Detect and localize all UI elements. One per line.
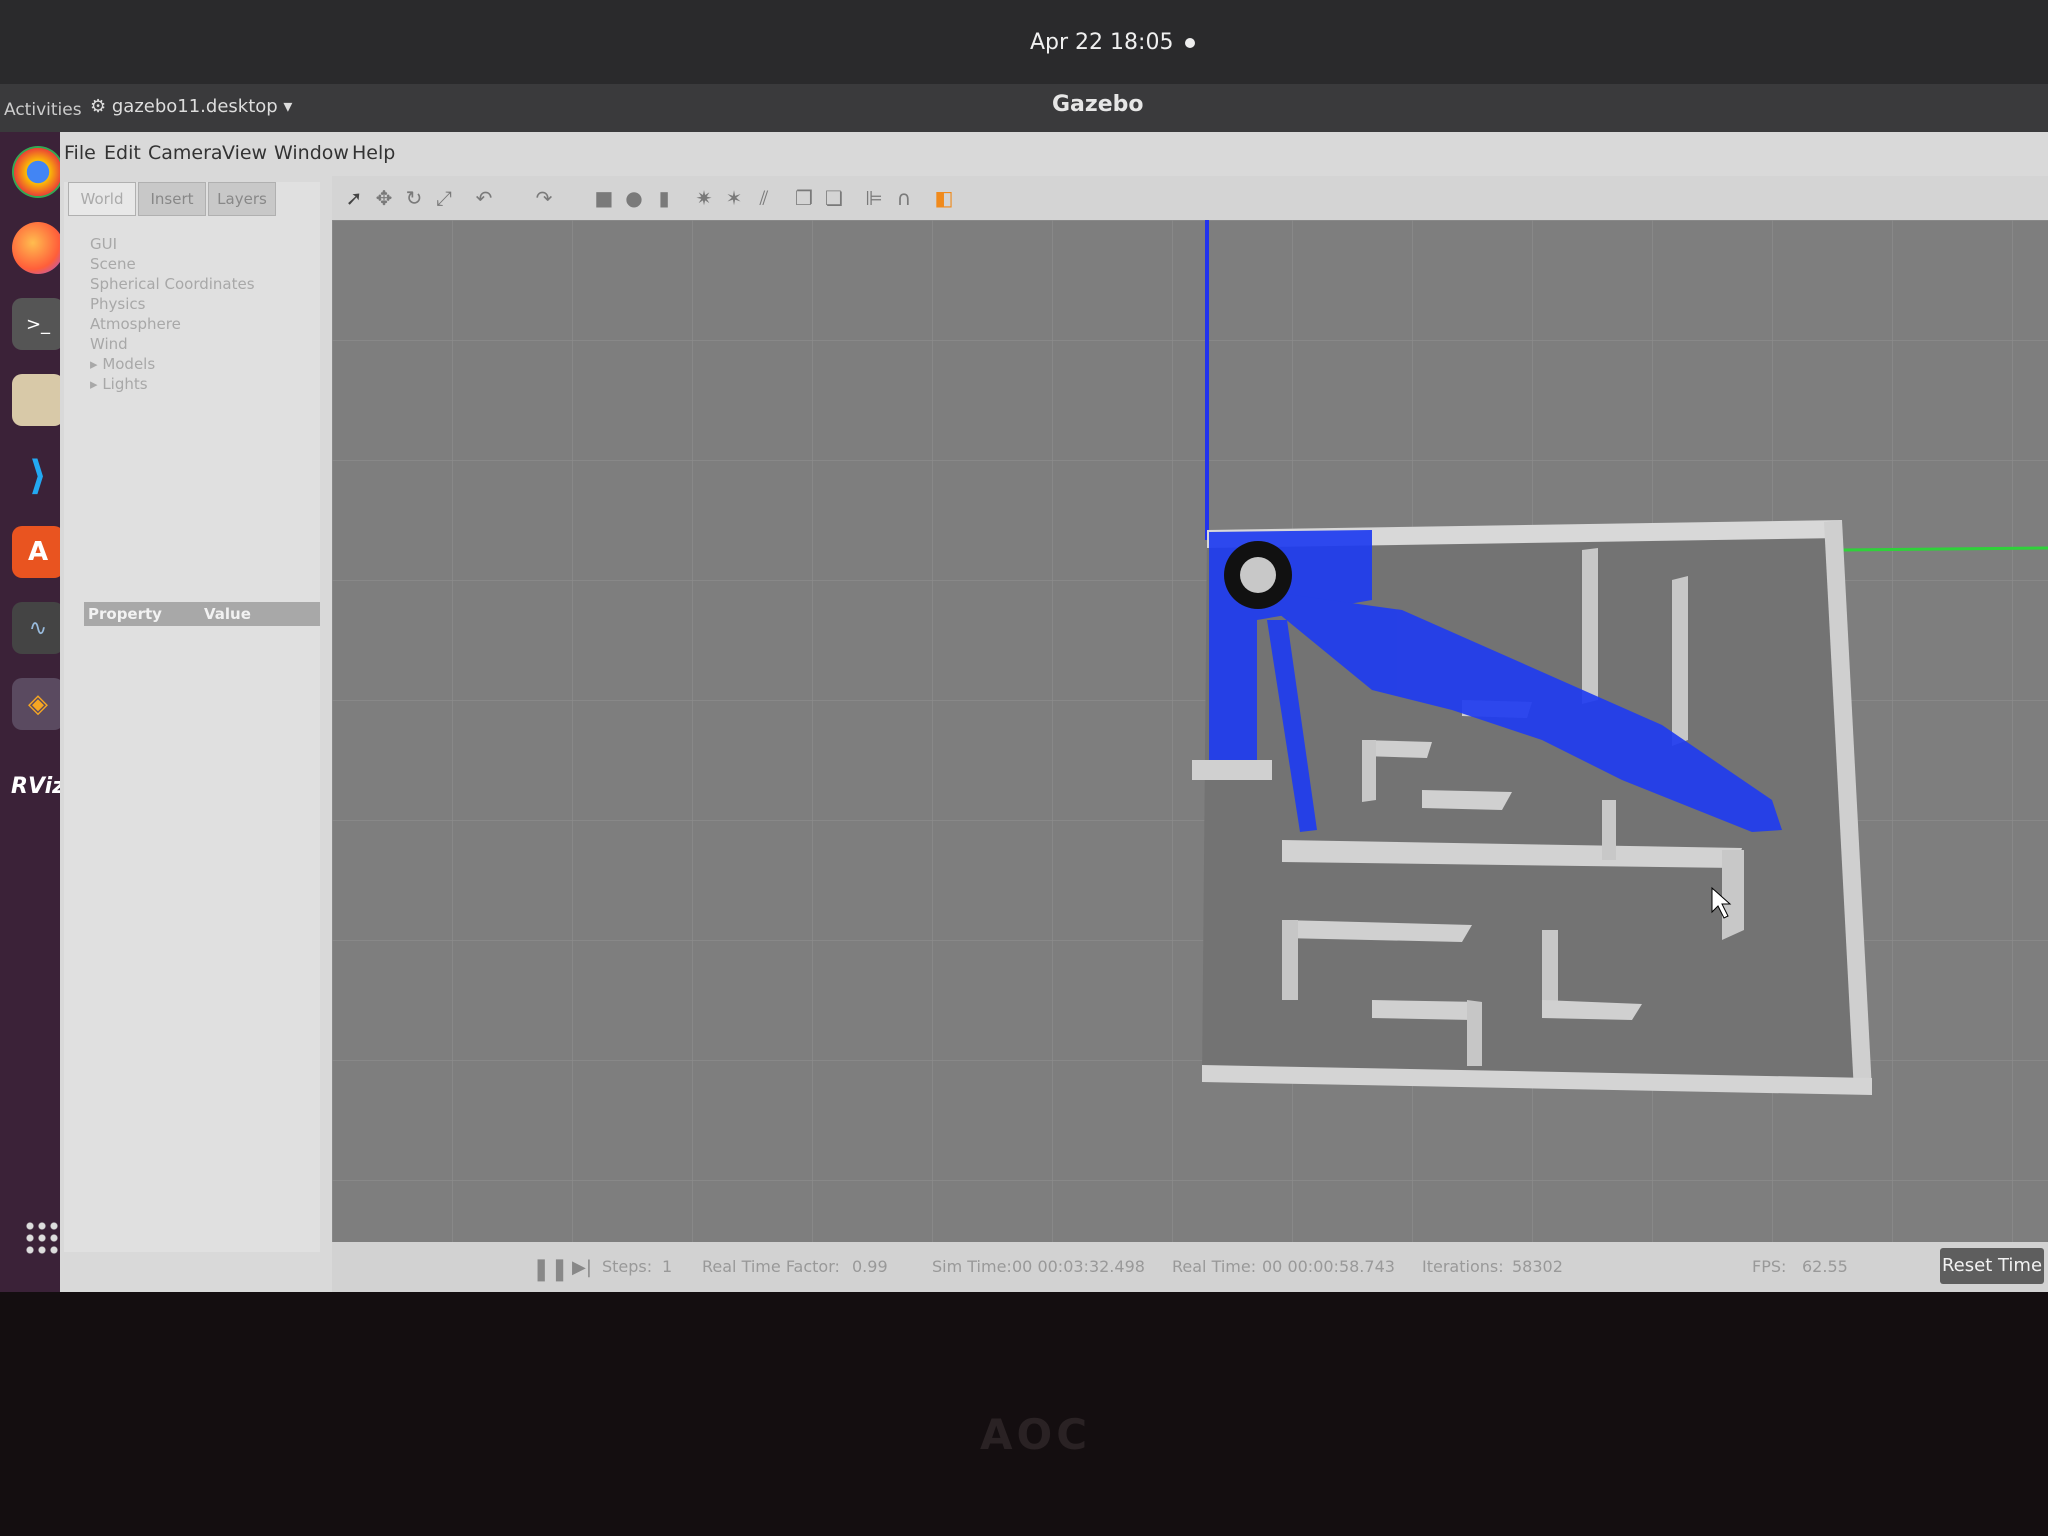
clock[interactable]: Apr 22 18:05 — [1030, 30, 1196, 55]
3d-viewport[interactable] — [332, 220, 2048, 1242]
maze-wall-segment — [1672, 576, 1688, 746]
tree-item-atmosphere[interactable]: Atmosphere — [90, 314, 255, 334]
snap-icon[interactable]: ∩ — [892, 186, 916, 210]
gazebo-window: File Edit Camera View Window Help World … — [60, 132, 2048, 1292]
window-title: Gazebo — [1052, 92, 1144, 117]
maze-wall-segment — [1282, 920, 1298, 1000]
tree-item-models-label: Models — [102, 355, 156, 373]
copy-icon[interactable]: ❐ — [792, 186, 816, 210]
app-menu-button[interactable]: ⚙ gazebo11.desktop ▾ — [90, 96, 292, 117]
rtf-label: Real Time Factor: — [702, 1257, 840, 1276]
menu-help[interactable]: Help — [352, 142, 395, 164]
expand-arrow-icon[interactable]: ▸ — [90, 375, 102, 393]
toolbar: ➚ ✥ ↻ ⤢ ↶ ↷ ■ ● ▮ ✷ ✶ ⫽ ❐ ❏ ⊫ ∩ ◧ — [332, 176, 2048, 220]
recording-indicator — [1185, 38, 1196, 48]
maze-wall-segment — [1722, 850, 1744, 940]
property-column-header: Property — [88, 605, 162, 623]
maze-wall-segment — [1467, 1000, 1482, 1066]
world-tree: GUI Scene Spherical Coordinates Physics … — [90, 234, 255, 394]
left-panel: World Insert Layers GUI Scene Spherical … — [64, 182, 320, 1252]
app-menu-label: gazebo11.desktop — [111, 96, 278, 117]
terminal-icon[interactable]: >_ — [12, 298, 64, 350]
property-table-header: Property Value — [84, 602, 320, 626]
tree-item-lights-label: Lights — [102, 375, 148, 393]
sim-time-label: Sim Time: — [932, 1257, 1012, 1276]
redo-icon[interactable]: ↷ — [532, 186, 556, 210]
window-title-bar: Activities ⚙ gazebo11.desktop ▾ Gazebo — [0, 84, 2048, 132]
cylinder-icon[interactable]: ▮ — [652, 186, 676, 210]
tree-item-spherical-coordinates[interactable]: Spherical Coordinates — [90, 274, 255, 294]
scene-render — [332, 220, 2048, 1242]
expand-arrow-icon[interactable]: ▸ — [90, 355, 102, 373]
real-time-value: 00 00:00:58.743 — [1262, 1257, 1395, 1276]
x-axis-line — [1841, 546, 2048, 552]
firefox-icon[interactable] — [12, 222, 64, 274]
align-icon[interactable]: ⊫ — [862, 186, 886, 210]
screenshot-icon[interactable]: ◧ — [932, 186, 956, 210]
tree-item-models[interactable]: ▸ Models — [90, 354, 255, 374]
sphere-icon[interactable]: ● — [622, 186, 646, 210]
chrome-icon[interactable] — [12, 146, 64, 198]
fps-label: FPS: — [1752, 1257, 1787, 1276]
software-icon[interactable]: A — [12, 526, 64, 578]
sim-time-value: 00 00:03:32.498 — [1012, 1257, 1145, 1276]
reset-time-button[interactable]: Reset Time — [1940, 1248, 2044, 1284]
menu-window[interactable]: Window — [274, 142, 349, 164]
tree-item-physics[interactable]: Physics — [90, 294, 255, 314]
maze-wall-segment — [1362, 740, 1376, 802]
paste-icon[interactable]: ❏ — [822, 186, 846, 210]
menu-edit[interactable]: Edit — [104, 142, 141, 164]
maze-wall-segment — [1372, 1000, 1482, 1020]
monitor-brand-logo: AOC — [980, 1410, 1092, 1459]
value-column-header: Value — [204, 605, 251, 623]
maze-wall-segment — [1542, 930, 1558, 1010]
steps-label: Steps: — [602, 1257, 653, 1276]
iterations-label: Iterations: — [1422, 1257, 1504, 1276]
tree-item-lights[interactable]: ▸ Lights — [90, 374, 255, 394]
directional-light-icon[interactable]: ⫽ — [752, 186, 776, 210]
activities-button[interactable]: Activities — [4, 100, 82, 120]
spot-light-icon[interactable]: ✶ — [722, 186, 746, 210]
tree-item-gui[interactable]: GUI — [90, 234, 255, 254]
tab-world[interactable]: World — [68, 182, 136, 216]
tab-insert[interactable]: Insert — [138, 182, 206, 216]
tree-item-wind[interactable]: Wind — [90, 334, 255, 354]
menu-file[interactable]: File — [64, 142, 96, 164]
maze-wall-segment — [1602, 800, 1616, 860]
maze-wall-segment — [1192, 760, 1272, 780]
robot-sensor — [1240, 557, 1276, 593]
pause-icon[interactable]: ❚❚ — [532, 1257, 569, 1282]
iterations-value: 58302 — [1512, 1257, 1563, 1276]
translate-icon[interactable]: ✥ — [372, 186, 396, 210]
point-light-icon[interactable]: ✷ — [692, 186, 716, 210]
clock-text: Apr 22 18:05 — [1030, 30, 1174, 55]
vscode-icon[interactable]: ⟩ — [12, 450, 64, 502]
tab-layers[interactable]: Layers — [208, 182, 276, 216]
rviz-icon[interactable]: RViz — [11, 760, 65, 812]
rotate-icon[interactable]: ↻ — [402, 186, 426, 210]
rtf-value: 0.99 — [852, 1257, 888, 1276]
tree-item-scene[interactable]: Scene — [90, 254, 255, 274]
gazebo-icon[interactable]: ◈ — [12, 678, 64, 730]
apps-grid-icon[interactable] — [24, 1220, 58, 1254]
fps-value: 62.55 — [1802, 1257, 1848, 1276]
real-time-label: Real Time: — [1172, 1257, 1257, 1276]
monitor-bezel: AOC — [0, 1292, 2048, 1536]
menu-bar: File Edit Camera View Window Help — [60, 132, 2048, 176]
maze-wall-segment — [1422, 790, 1512, 810]
steps-value[interactable]: 1 — [662, 1257, 672, 1276]
select-icon[interactable]: ➚ — [342, 186, 366, 210]
maze-wall-segment — [1582, 548, 1598, 704]
status-bar: ❚❚ ▶| Steps: 1 Real Time Factor: 0.99 Si… — [332, 1242, 2048, 1292]
menu-view[interactable]: View — [222, 142, 267, 164]
box-icon[interactable]: ■ — [592, 186, 616, 210]
system-top-bar: Apr 22 18:05 — [0, 0, 2048, 84]
step-icon[interactable]: ▶| — [572, 1257, 592, 1278]
scale-icon[interactable]: ⤢ — [432, 186, 456, 210]
menu-camera[interactable]: Camera — [148, 142, 223, 164]
undo-icon[interactable]: ↶ — [472, 186, 496, 210]
monitor-icon[interactable]: ∿ — [12, 602, 64, 654]
files-icon[interactable] — [12, 374, 64, 426]
